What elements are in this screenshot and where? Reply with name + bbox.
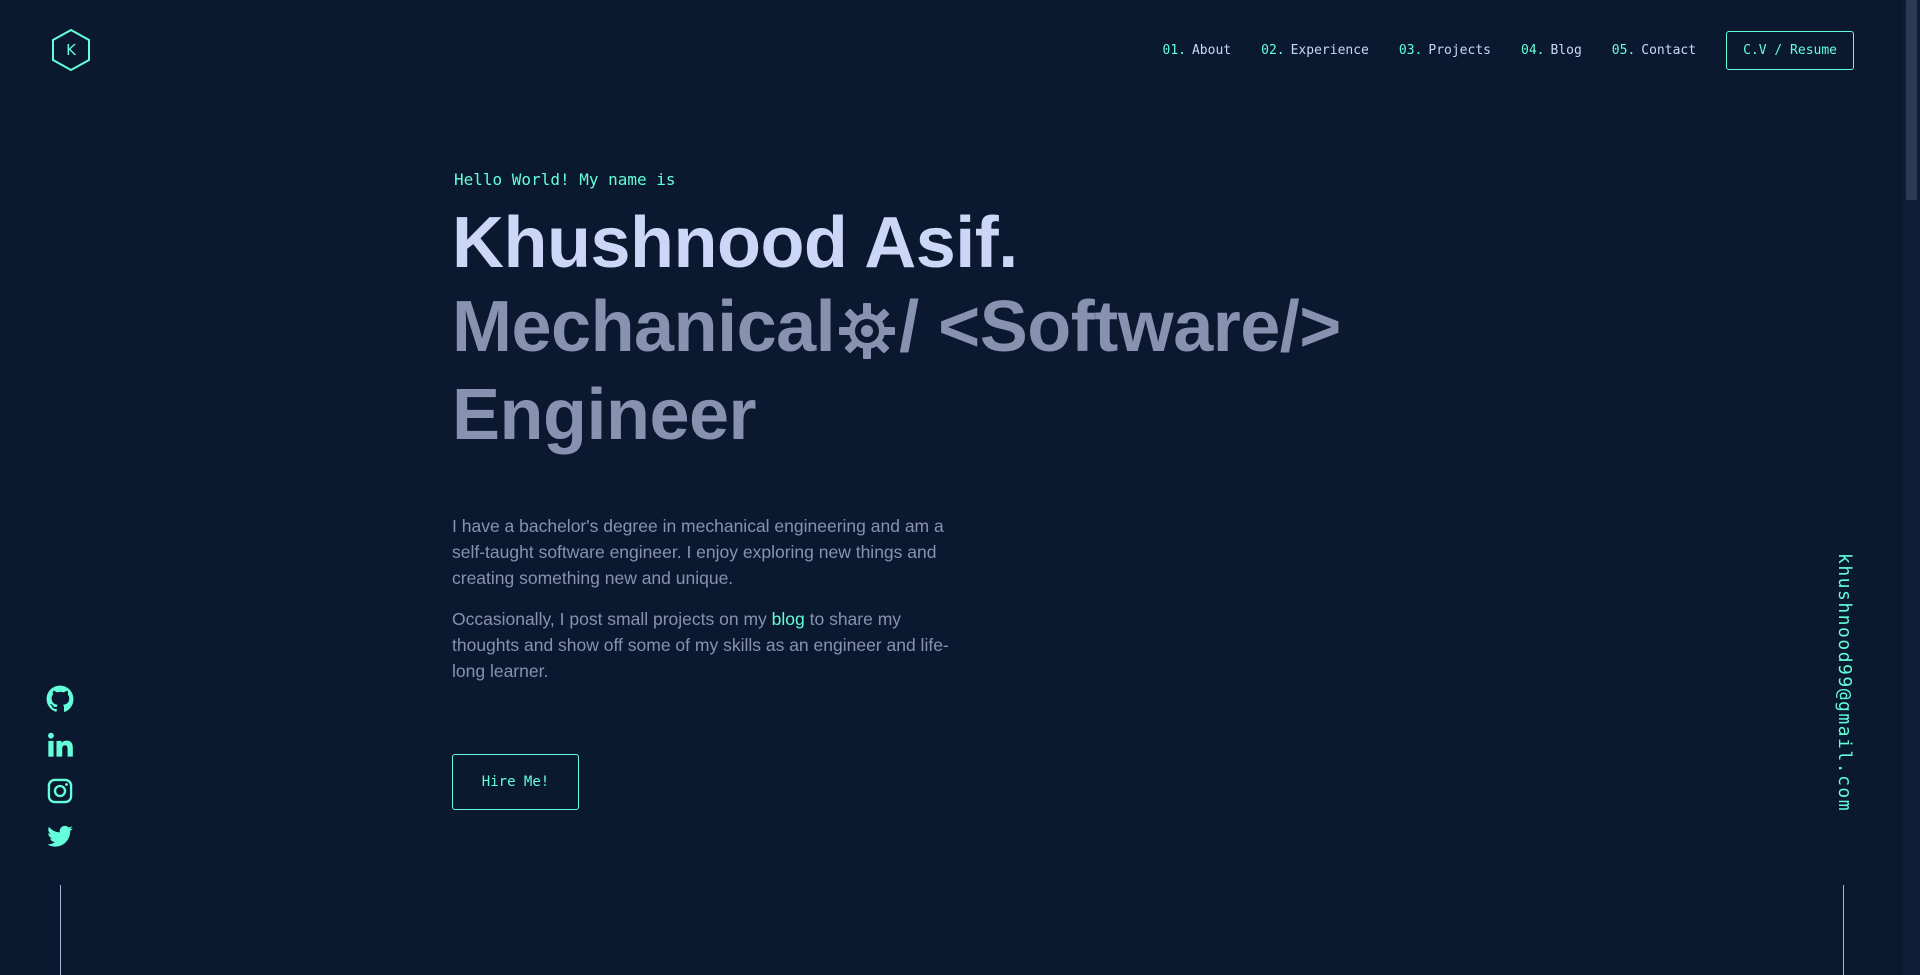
bio-paragraph-2: Occasionally, I post small projects on m… bbox=[452, 606, 952, 684]
nav-label: Projects bbox=[1428, 42, 1491, 58]
resume-button[interactable]: C.V / Resume bbox=[1726, 30, 1854, 70]
role-software: / <Software/> bbox=[899, 287, 1341, 367]
nav-number: 01. bbox=[1162, 42, 1186, 58]
logo-letter: K bbox=[66, 41, 76, 59]
nav-label: Blog bbox=[1550, 42, 1582, 58]
nav-about[interactable]: 01. About bbox=[1163, 43, 1232, 58]
nav-number: 02. bbox=[1261, 42, 1285, 58]
linkedin-icon[interactable] bbox=[46, 731, 74, 759]
role-engineer: Engineer bbox=[452, 375, 757, 455]
nav-contact[interactable]: 05. Contact bbox=[1612, 43, 1696, 58]
github-icon[interactable] bbox=[46, 685, 74, 713]
nav-label: Contact bbox=[1641, 42, 1697, 58]
email-divider-line bbox=[1843, 885, 1844, 975]
instagram-icon[interactable] bbox=[46, 777, 74, 805]
nav-blog[interactable]: 04. Blog bbox=[1521, 43, 1582, 58]
nav-experience[interactable]: 02. Experience bbox=[1261, 43, 1369, 58]
blog-link[interactable]: blog bbox=[772, 609, 805, 629]
bio-text: Occasionally, I post small projects on m… bbox=[452, 609, 772, 629]
scrollbar-thumb[interactable] bbox=[1906, 0, 1917, 200]
nav-projects[interactable]: 03. Projects bbox=[1399, 43, 1491, 58]
nav-label: About bbox=[1191, 42, 1232, 58]
hero-bio: I have a bachelor's degree in mechanical… bbox=[452, 513, 952, 684]
email-sidebar: khushnood99@gmail.com bbox=[1830, 553, 1860, 853]
bio-paragraph-1: I have a bachelor's degree in mechanical… bbox=[452, 516, 944, 588]
gear-icon bbox=[839, 303, 896, 359]
nav-number: 03. bbox=[1398, 42, 1423, 58]
scrollbar[interactable] bbox=[1903, 0, 1920, 975]
logo[interactable]: K bbox=[50, 28, 92, 72]
hero-greeting: Hello World! My name is bbox=[454, 170, 676, 189]
hero-name: Khushnood Asif. bbox=[452, 203, 1018, 283]
role-mechanical: Mechanical bbox=[452, 287, 836, 367]
hire-me-button[interactable]: Hire Me! bbox=[452, 754, 579, 810]
nav-number: 05. bbox=[1611, 42, 1636, 58]
twitter-icon[interactable] bbox=[46, 823, 74, 851]
nav-number: 04. bbox=[1521, 42, 1545, 58]
nav-label: Experience bbox=[1290, 42, 1369, 58]
social-links bbox=[46, 685, 76, 869]
hero-section: Hello World! My name is Khushnood Asif. … bbox=[452, 170, 1352, 810]
email-link[interactable]: khushnood99@gmail.com bbox=[1834, 553, 1855, 812]
hero-role: Mechanical / <Software/> Engineer bbox=[452, 283, 1352, 459]
top-nav: 01. About 02. Experience 03. Projects 04. Bl… bbox=[1163, 0, 1854, 100]
social-divider-line bbox=[60, 885, 61, 975]
